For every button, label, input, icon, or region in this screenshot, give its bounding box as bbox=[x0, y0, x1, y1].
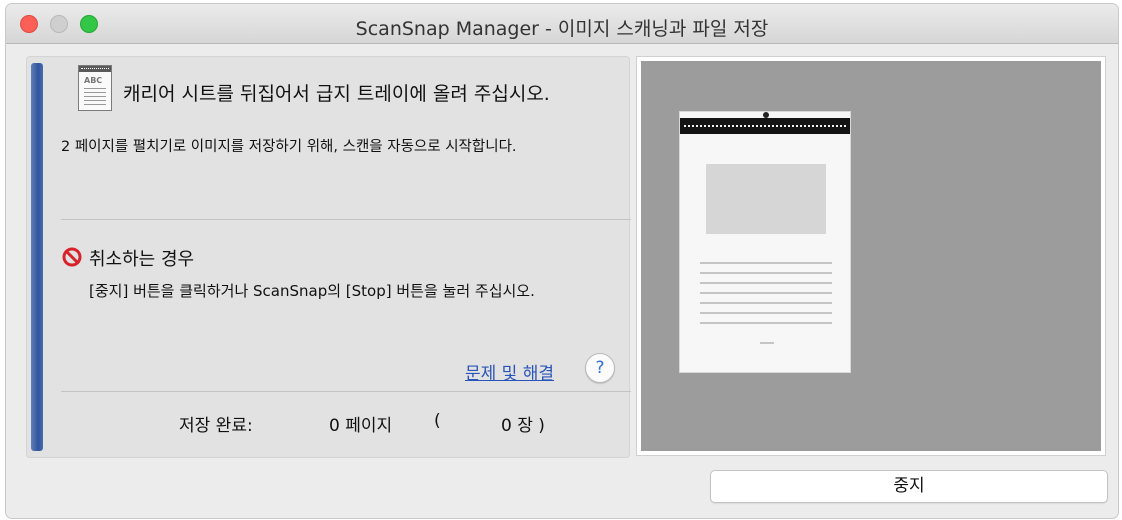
scan-preview-frame bbox=[636, 56, 1106, 456]
open-paren: ( bbox=[434, 411, 441, 431]
preview-image-block bbox=[706, 164, 826, 234]
saved-label: 저장 완료: bbox=[179, 416, 253, 436]
cancel-instructions: [중지] 버튼을 클릭하거나 ScanSnap의 [Stop] 버튼을 눌러 주… bbox=[89, 282, 535, 300]
troubleshooting-link[interactable]: 문제 및 해결 bbox=[465, 359, 554, 384]
divider bbox=[61, 391, 631, 392]
carrier-sheet-icon: ABC bbox=[78, 65, 112, 111]
scansnap-window: ScanSnap Manager - 이미지 스캐닝과 파일 저장 ABC 캐리… bbox=[6, 4, 1118, 518]
carrier-sheet-icon-label: ABC bbox=[84, 76, 103, 85]
accent-bar bbox=[31, 63, 43, 451]
carrier-sheet-band bbox=[680, 118, 850, 134]
stop-button[interactable]: 중지 bbox=[710, 470, 1108, 503]
divider bbox=[61, 219, 631, 220]
no-entry-icon bbox=[62, 247, 82, 267]
saved-pages-count: 0 페이지 bbox=[329, 416, 393, 436]
instruction-headline: 캐리어 시트를 뒤집어서 급지 트레이에 올려 주십시오. bbox=[123, 83, 550, 105]
saved-sheets-count: 0 장 ) bbox=[501, 416, 545, 436]
message-panel: ABC 캐리어 시트를 뒤집어서 급지 트레이에 올려 주십시오. 2 페이지를… bbox=[26, 56, 631, 458]
window-title: ScanSnap Manager - 이미지 스캐닝과 파일 저장 bbox=[355, 18, 769, 40]
carrier-sheet-preview bbox=[679, 111, 851, 373]
help-button[interactable]: ? bbox=[585, 353, 615, 383]
cancel-title: 취소하는 경우 bbox=[89, 249, 195, 270]
title-bar: ScanSnap Manager - 이미지 스캐닝과 파일 저장 bbox=[6, 4, 1118, 44]
instruction-subline: 2 페이지를 펼치기로 이미지를 저장하기 위해, 스캔을 자동으로 시작합니다… bbox=[61, 139, 517, 155]
scan-preview bbox=[641, 61, 1101, 451]
